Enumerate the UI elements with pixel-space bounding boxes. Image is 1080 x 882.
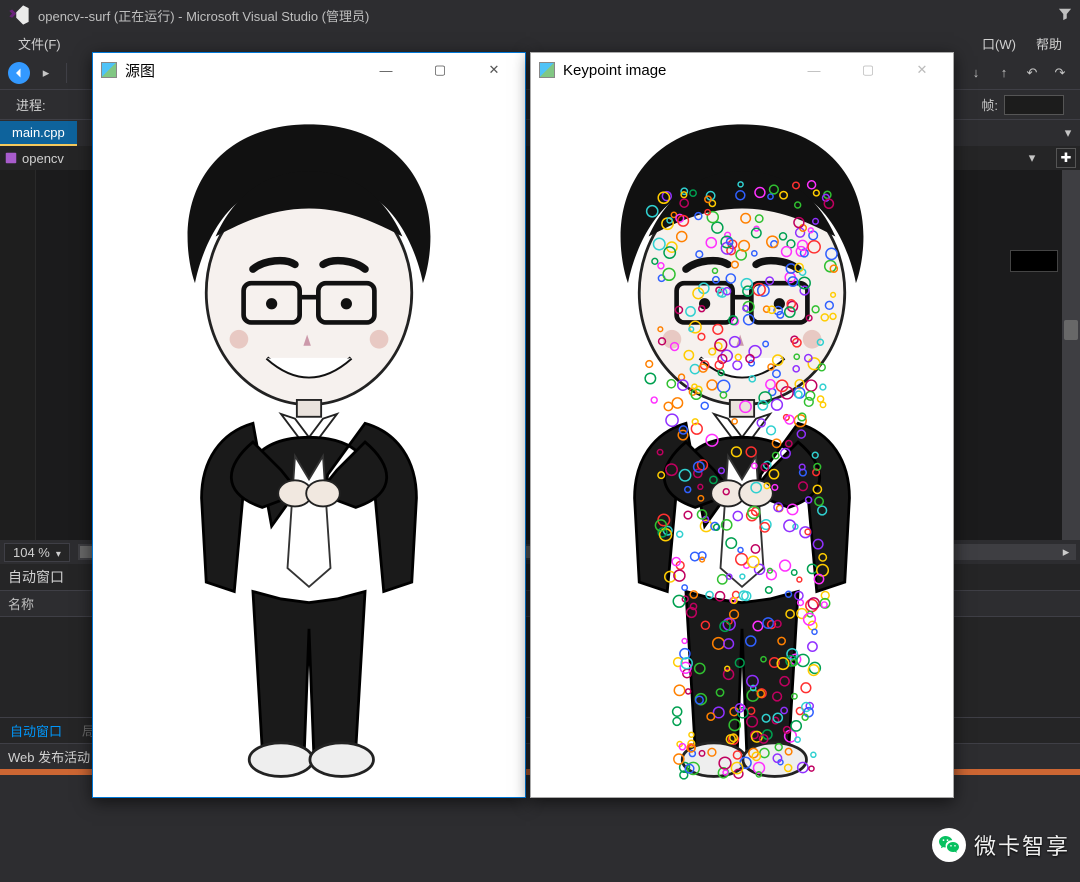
window-title: 源图 — [125, 60, 355, 81]
undo-icon[interactable]: ↶ — [1020, 61, 1044, 85]
frame-selector[interactable]: 帧: — [981, 95, 1064, 115]
scope-label: opencv — [22, 151, 64, 166]
step-into-icon[interactable]: ↓ — [964, 61, 988, 85]
minimize-button[interactable]: — — [363, 55, 409, 85]
window-title: Keypoint image — [563, 62, 783, 79]
redo-icon[interactable]: ↷ — [1048, 61, 1072, 85]
tab-web-publish[interactable]: Web 发布活动 — [8, 747, 90, 766]
scrollbar-thumb[interactable] — [1064, 320, 1078, 340]
filter-icon[interactable] — [1058, 7, 1072, 24]
window-source-image[interactable]: 源图 — ▢ ✕ — [92, 52, 526, 798]
frame-label: 帧: — [981, 95, 998, 114]
window-body — [93, 87, 525, 797]
menu-help[interactable]: 帮助 — [1026, 31, 1072, 56]
window-body — [531, 87, 953, 797]
source-image — [93, 87, 525, 797]
split-editor-icon[interactable]: ✚ — [1056, 148, 1076, 168]
autos-tab-autos[interactable]: 自动窗口 — [0, 718, 72, 743]
vertical-scrollbar[interactable] — [1062, 170, 1080, 540]
tab-dropdown-icon[interactable]: ▾ — [1056, 121, 1080, 145]
title-bar: opencv--surf (正在运行) - Microsoft Visual S… — [0, 0, 1080, 30]
maximize-button[interactable]: ▢ — [845, 55, 891, 85]
nav-forward-button[interactable]: ▸ — [34, 61, 58, 85]
hscroll-right-arrow[interactable]: ▸ — [1058, 544, 1074, 560]
window-keypoint-image[interactable]: Keypoint image — ▢ ✕ — [530, 52, 954, 798]
close-button[interactable]: ✕ — [899, 55, 945, 85]
opencv-window-icon — [101, 62, 117, 78]
watermark-text: 微卡智享 — [974, 829, 1070, 861]
editor-gutter — [0, 170, 36, 540]
maximize-button[interactable]: ▢ — [417, 55, 463, 85]
nav-dropdown-icon[interactable]: ▾ — [1020, 146, 1044, 170]
minimize-button[interactable]: — — [791, 55, 837, 85]
scope-selector[interactable]: opencv — [4, 151, 64, 166]
vs-logo-icon — [8, 4, 30, 26]
menu-file[interactable]: 文件(F) — [8, 31, 71, 56]
app-title: opencv--surf (正在运行) - Microsoft Visual S… — [38, 6, 369, 25]
zoom-selector[interactable]: 104 % — [4, 543, 70, 562]
nav-back-button[interactable] — [8, 62, 30, 84]
keypoint-image — [531, 87, 953, 797]
window-titlebar[interactable]: 源图 — ▢ ✕ — [93, 53, 525, 87]
step-out-icon[interactable]: ↑ — [992, 61, 1016, 85]
menu-window[interactable]: 口(W) — [972, 31, 1026, 56]
close-button[interactable]: ✕ — [471, 55, 517, 85]
watermark: 微卡智享 — [932, 828, 1070, 862]
wechat-icon — [932, 828, 966, 862]
tab-main-cpp[interactable]: main.cpp — [0, 121, 77, 146]
process-label: 进程: — [16, 95, 46, 114]
opencv-window-icon — [539, 62, 555, 78]
editor-highlight — [1010, 250, 1058, 272]
window-titlebar[interactable]: Keypoint image — ▢ ✕ — [531, 53, 953, 87]
